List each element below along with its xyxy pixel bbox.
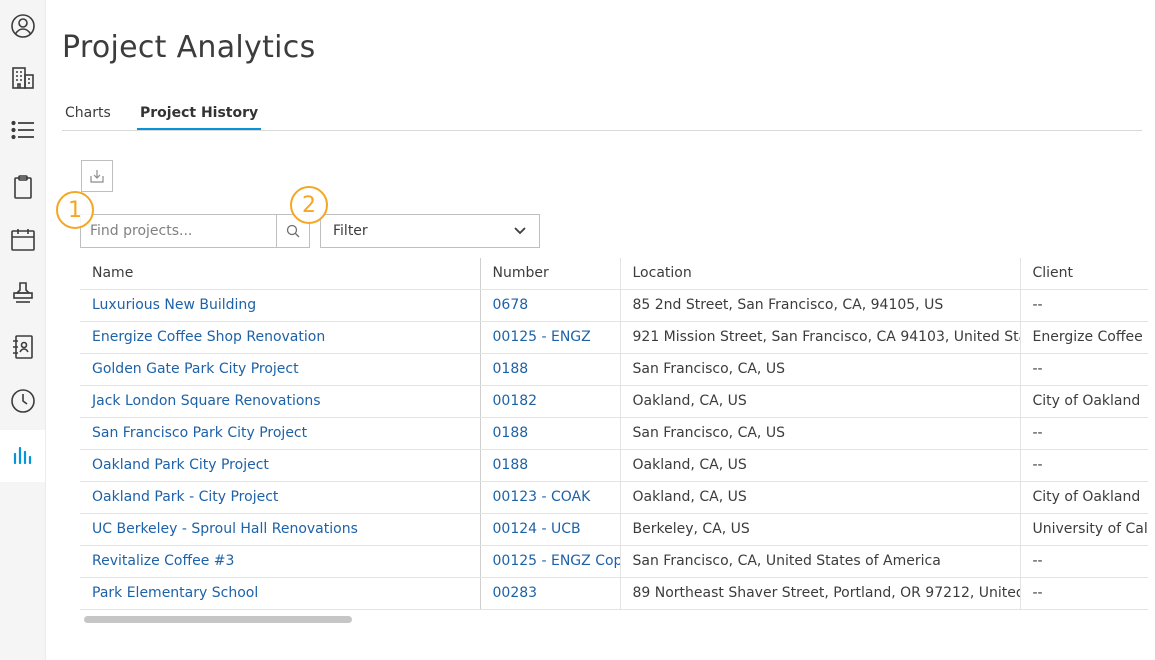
project-client: -- [1020, 449, 1148, 482]
project-number-link[interactable]: 00283 [480, 577, 621, 610]
project-client: -- [1020, 545, 1148, 578]
clipboard-icon [13, 175, 32, 199]
project-client: -- [1020, 577, 1148, 610]
project-location: 85 2nd Street, San Francisco, CA, 94105,… [620, 289, 1021, 322]
rail-item-schedule[interactable] [0, 214, 45, 266]
project-number-link[interactable]: 0188 [480, 417, 621, 450]
rail-item-history[interactable] [0, 375, 45, 427]
column-header-number[interactable]: Number [480, 258, 621, 290]
column-header-location[interactable]: Location [620, 258, 1021, 290]
rail-item-forms[interactable] [0, 161, 45, 213]
project-number-link[interactable]: 0678 [480, 289, 621, 322]
rail-item-companies[interactable] [0, 52, 45, 104]
projects-table: Name Number Location Client Luxurious Ne… [80, 258, 1148, 610]
project-name-link[interactable]: Oakland Park - City Project [80, 481, 481, 514]
rail-item-list[interactable] [0, 104, 45, 156]
project-client: -- [1020, 417, 1148, 450]
project-location: 89 Northeast Shaver Street, Portland, OR… [620, 577, 1021, 610]
project-client: City of Oakland [1020, 481, 1148, 514]
project-location: San Francisco, CA, United States of Amer… [620, 545, 1021, 578]
project-name-link[interactable]: Luxurious New Building [80, 289, 481, 322]
table-row: San Francisco Park City Project 0188 San F… [80, 417, 1148, 450]
project-location: San Francisco, CA, US [620, 417, 1021, 450]
app-sidebar [0, 0, 46, 660]
column-header-name[interactable]: Name [80, 258, 481, 290]
stamp-icon [12, 282, 33, 303]
project-location: Oakland, CA, US [620, 481, 1021, 514]
project-client: Energize Coffee Co [1020, 321, 1148, 354]
project-client: City of Oakland [1020, 385, 1148, 418]
table-header-row: Name Number Location Client [80, 258, 1148, 290]
table-row: Revitalize Coffee #3 00125 - ENGZ Cop San … [80, 545, 1148, 578]
download-icon [90, 170, 104, 183]
project-name-link[interactable]: San Francisco Park City Project [80, 417, 481, 450]
tab-project-history[interactable]: Project History [137, 104, 262, 130]
user-circle-icon [10, 14, 35, 38]
table-row: Oakland Park City Project 0188 Oakland, CA… [80, 449, 1148, 482]
filter-dropdown[interactable]: Filter [320, 214, 540, 248]
project-location: 921 Mission Street, San Francisco, CA 94… [620, 321, 1021, 354]
project-client: -- [1020, 353, 1148, 386]
table-row: Luxurious New Building 0678 85 2nd Street,… [80, 289, 1148, 322]
horizontal-scrollbar[interactable] [84, 616, 352, 623]
project-name-link[interactable]: Golden Gate Park City Project [80, 353, 481, 386]
building-icon [11, 67, 34, 89]
project-number-link[interactable]: 00124 - UCB [480, 513, 621, 546]
project-number-link[interactable]: 00123 - COAK [480, 481, 621, 514]
chevron-down-icon [514, 227, 526, 235]
project-name-link[interactable]: UC Berkeley - Sproul Hall Renovations [80, 513, 481, 546]
table-row: Golden Gate Park City Project 0188 San Fra… [80, 353, 1148, 386]
table-row: Jack London Square Renovations 00182 Oakla… [80, 385, 1148, 418]
table-row: Park Elementary School 00283 89 Northeast … [80, 577, 1148, 610]
project-location: San Francisco, CA, US [620, 353, 1021, 386]
callout-badge-1: 1 [56, 191, 94, 229]
rail-item-analytics[interactable] [0, 430, 45, 482]
project-location: Oakland, CA, US [620, 385, 1021, 418]
clock-icon [10, 389, 35, 413]
tab-bar: Charts Project History [62, 104, 1142, 131]
bar-chart-icon [13, 446, 31, 465]
project-location: Berkeley, CA, US [620, 513, 1021, 546]
search-icon [286, 224, 300, 238]
export-button[interactable] [81, 160, 113, 192]
page-title: Project Analytics [62, 30, 316, 65]
column-header-client[interactable]: Client [1020, 258, 1148, 290]
table-row: Energize Coffee Shop Renovation 00125 - E… [80, 321, 1148, 354]
search-input[interactable] [80, 214, 277, 248]
project-name-link[interactable]: Energize Coffee Shop Renovation [80, 321, 481, 354]
project-number-link[interactable]: 00182 [480, 385, 621, 418]
filter-label: Filter [333, 223, 368, 239]
project-number-link[interactable]: 0188 [480, 353, 621, 386]
project-number-link[interactable]: 0188 [480, 449, 621, 482]
callout-badge-2: 2 [290, 186, 328, 224]
table-row: Oakland Park - City Project 00123 - COAK O… [80, 481, 1148, 514]
project-name-link[interactable]: Revitalize Coffee #3 [80, 545, 481, 578]
table-row: UC Berkeley - Sproul Hall Renovations 001… [80, 513, 1148, 546]
project-location: Oakland, CA, US [620, 449, 1021, 482]
project-name-link[interactable]: Park Elementary School [80, 577, 481, 610]
project-name-link[interactable]: Jack London Square Renovations [80, 385, 481, 418]
contacts-book-icon [12, 335, 33, 359]
rail-item-approvals[interactable] [0, 267, 45, 319]
project-number-link[interactable]: 00125 - ENGZ Cop [480, 545, 621, 578]
project-number-link[interactable]: 00125 - ENGZ [480, 321, 621, 354]
rail-item-directory[interactable] [0, 321, 45, 373]
project-client: University of Califo [1020, 513, 1148, 546]
calendar-icon [10, 229, 35, 251]
list-icon [10, 120, 34, 140]
rail-item-profile[interactable] [0, 0, 45, 52]
project-name-link[interactable]: Oakland Park City Project [80, 449, 481, 482]
tab-charts[interactable]: Charts [65, 104, 111, 129]
project-client: -- [1020, 289, 1148, 322]
